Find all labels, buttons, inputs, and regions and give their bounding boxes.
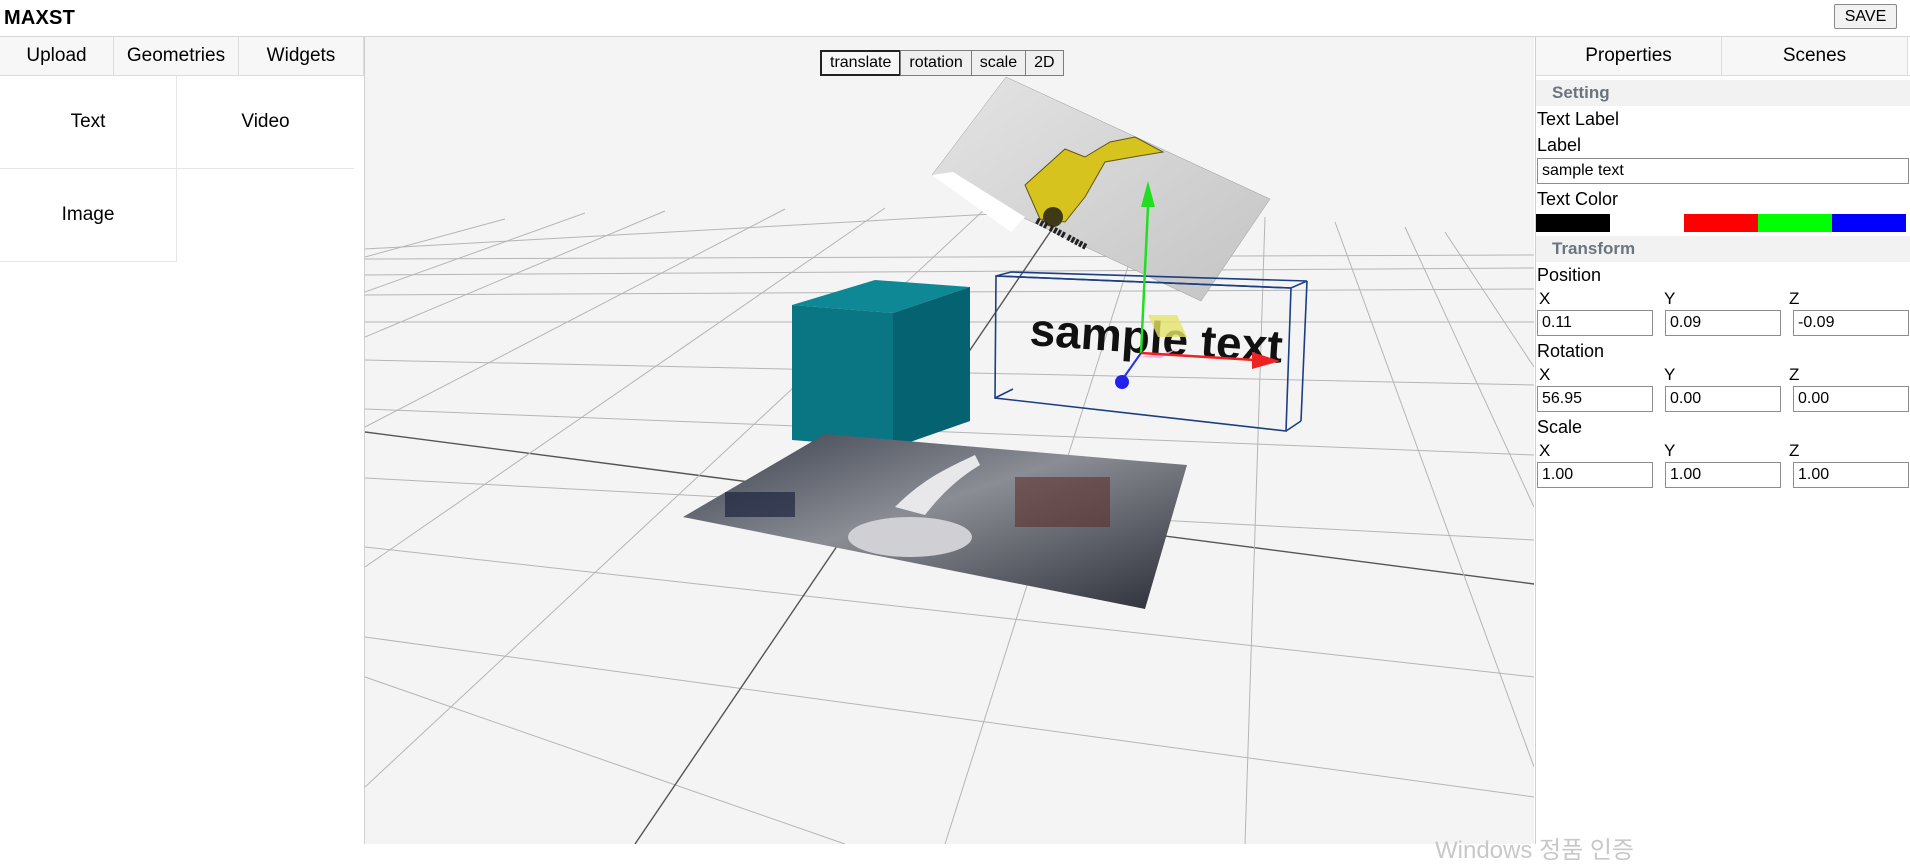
rotation-z-input[interactable]	[1793, 386, 1909, 412]
scale-y-input[interactable]	[1665, 462, 1781, 488]
rotation-inputs	[1536, 386, 1910, 414]
scale-z-input[interactable]	[1793, 462, 1909, 488]
left-tab-bar: Upload Geometries Widgets	[0, 37, 364, 76]
properties-panel: Properties Scenes Setting Text Label Lab…	[1535, 37, 1910, 844]
axis-label-x: X	[1539, 441, 1551, 460]
scale-inputs	[1536, 462, 1910, 490]
position-inputs	[1536, 310, 1910, 338]
axis-label-x: X	[1539, 289, 1551, 308]
scale-mode-button[interactable]: scale	[970, 50, 1027, 76]
right-tab-bar: Properties Scenes	[1536, 37, 1910, 76]
transform-mode-toolbar: translate rotation scale 2D	[820, 50, 1064, 76]
factory-image-plane[interactable]	[683, 434, 1187, 609]
label-input[interactable]	[1537, 158, 1909, 184]
axis-label-z: Z	[1789, 289, 1800, 308]
widget-video[interactable]: Video	[177, 76, 354, 169]
robot-image-plane[interactable]: ▮▮▮ ▮▮▮▮ ▮▮▮▮▮	[931, 76, 1271, 302]
teal-cube[interactable]	[792, 280, 970, 448]
axis-label-x: X	[1539, 365, 1551, 384]
axis-label-y: Y	[1664, 289, 1676, 308]
left-panel: Upload Geometries Widgets Text Video Ima…	[0, 37, 365, 844]
tab-upload[interactable]: Upload	[0, 37, 114, 75]
position-z-input[interactable]	[1793, 310, 1909, 336]
tab-geometries[interactable]: Geometries	[114, 37, 239, 75]
top-bar: MAXST SAVE	[0, 0, 1910, 37]
tab-scenes[interactable]: Scenes	[1722, 37, 1908, 75]
axis-label-y: Y	[1664, 441, 1676, 460]
position-axis-labels: X Y Z	[1536, 288, 1910, 310]
position-y-input[interactable]	[1665, 310, 1781, 336]
text-color-swatches	[1536, 214, 1910, 232]
gizmo-z-handle[interactable]	[1115, 375, 1129, 389]
color-swatch-black[interactable]	[1536, 214, 1610, 232]
rotation-mode-button[interactable]: rotation	[900, 50, 972, 76]
widget-text[interactable]: Text	[0, 76, 177, 169]
color-swatch-white[interactable]	[1610, 214, 1684, 232]
scale-title: Scale	[1537, 417, 1583, 437]
axis-label-y: Y	[1664, 365, 1676, 384]
widget-image[interactable]: Image	[0, 169, 177, 262]
axis-label-z: Z	[1789, 365, 1800, 384]
scale-axis-labels: X Y Z	[1536, 440, 1910, 462]
tab-widgets[interactable]: Widgets	[239, 37, 364, 75]
axis-label-z: Z	[1789, 441, 1800, 460]
2d-mode-button[interactable]: 2D	[1025, 50, 1064, 76]
windows-activation-watermark: Windows 정품 인증	[1435, 837, 1635, 864]
setting-section-header: Setting	[1536, 80, 1910, 106]
color-swatch-red[interactable]	[1684, 214, 1758, 232]
label-title: Label	[1537, 135, 1582, 155]
color-swatch-blue[interactable]	[1832, 214, 1906, 232]
text-color-title: Text Color	[1537, 189, 1619, 209]
scene-text-object[interactable]: sample text	[1028, 303, 1284, 373]
translate-mode-button[interactable]: translate	[820, 50, 902, 76]
save-button[interactable]: SAVE	[1834, 4, 1897, 29]
transform-section-header: Transform	[1536, 236, 1910, 262]
tab-properties[interactable]: Properties	[1536, 37, 1722, 75]
position-title: Position	[1537, 265, 1602, 285]
app-logo: MAXST	[4, 7, 75, 29]
rotation-y-input[interactable]	[1665, 386, 1781, 412]
scale-x-input[interactable]	[1537, 462, 1653, 488]
rotation-axis-labels: X Y Z	[1536, 364, 1910, 386]
position-x-input[interactable]	[1537, 310, 1653, 336]
color-swatch-green[interactable]	[1758, 214, 1832, 232]
rotation-x-input[interactable]	[1537, 386, 1653, 412]
rotation-title: Rotation	[1537, 341, 1605, 361]
scene-canvas[interactable]: ▮▮▮ ▮▮▮▮ ▮▮▮▮▮ sample text	[365, 37, 1534, 844]
text-label-title: Text Label	[1537, 109, 1620, 129]
scene-viewport[interactable]: ▮▮▮ ▮▮▮▮ ▮▮▮▮▮ sample text translate rot…	[365, 37, 1534, 844]
